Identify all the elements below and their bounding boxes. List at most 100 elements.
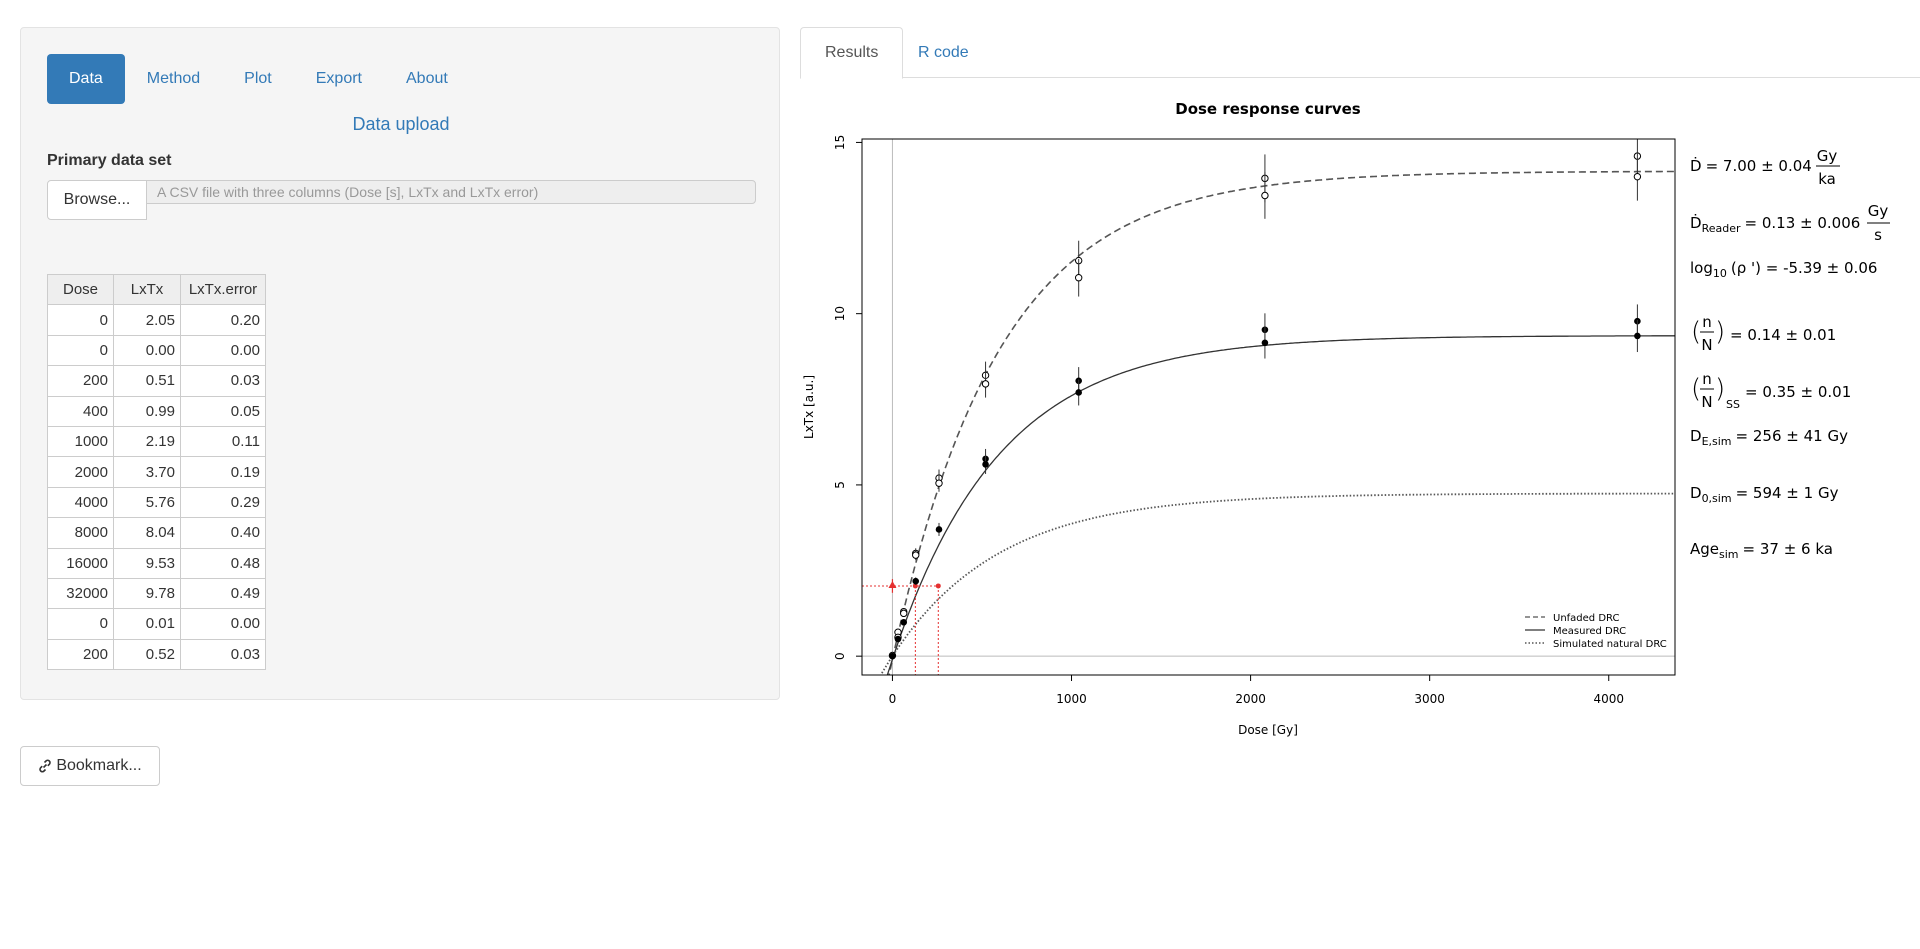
table-row: 0 2.05 0.20 [47, 304, 266, 336]
cell-lxtx-error: 0.11 [180, 425, 266, 458]
cell-lxtx: 3.70 [113, 456, 181, 488]
svg-text:n: n [1702, 370, 1712, 388]
table-row: 200 0.51 0.03 [47, 365, 266, 397]
x-tick-label: 4000 [1593, 692, 1624, 706]
cell-lxtx-error: 0.20 [180, 304, 266, 336]
svg-text:): ) [1715, 374, 1725, 404]
tab-about[interactable]: About [384, 54, 470, 104]
unfaded-point [900, 609, 908, 618]
unfaded-point [981, 380, 990, 388]
x-tick-label: 3000 [1414, 692, 1445, 706]
tab-r-code[interactable]: R code [894, 27, 993, 78]
svg-text:n: n [1702, 313, 1712, 331]
cell-lxtx: 0.00 [113, 334, 181, 367]
cell-dose: 0 [47, 334, 114, 367]
svg-text:ḊReader= 0.13 ± 0.006: ḊReader = 0.13 ± 0.006 [1690, 213, 1860, 235]
y-tick-label: 10 [833, 306, 847, 321]
x-tick-label: 1000 [1056, 692, 1087, 706]
table-body: 0 2.05 0.20 0 0.00 0.00 200 0.51 0.03 400 0.99 0.05… [47, 304, 266, 671]
cell-lxtx-error: 0.05 [180, 395, 266, 427]
cell-lxtx-error: 0.00 [180, 334, 266, 367]
cell-lxtx: 9.53 [113, 547, 181, 579]
measured-point [982, 461, 989, 468]
svg-text:Ḋ= 7.00 ± 0.04: Ḋ = 7.00 ± 0.04 [1690, 156, 1812, 175]
column-header-dose: Dose [47, 273, 114, 306]
cell-dose: 16000 [47, 547, 114, 579]
table-row: 32000 9.78 0.49 [47, 577, 266, 610]
measured-point [935, 526, 943, 533]
file-path-input[interactable]: A CSV file with three columns (Dose [s],… [146, 180, 756, 204]
table-row: 4000 5.76 0.29 [47, 486, 266, 519]
dose-response-chart: Dose response curves 0 1000 2000 3000 4000 0 5… [802, 100, 1890, 737]
cell-lxtx: 2.05 [113, 304, 181, 336]
cell-dose: 200 [47, 365, 114, 397]
unfaded-point [1074, 274, 1083, 282]
cell-lxtx: 2.19 [113, 425, 181, 458]
primary-data-set-label: Primary data set [47, 152, 172, 169]
measured-point [889, 652, 896, 660]
x-tick-label: 0 [889, 692, 897, 706]
cell-lxtx: 0.01 [113, 608, 181, 640]
result-d-dot-reader: ḊReader = 0.13 ± 0.006 Gy s [1690, 202, 1890, 244]
cell-lxtx: 8.04 [113, 517, 181, 549]
svg-text:(: ( [1691, 317, 1701, 347]
results-plot: Dose response curves 0 1000 2000 3000 4000 0 5… [800, 80, 1920, 760]
unfaded-point [1261, 191, 1269, 200]
natural-signal-marker [888, 580, 897, 588]
bookmark-button[interactable]: Bookmark... [20, 746, 160, 786]
result-n-over-N: ( n N ) = 0.14 ± 0.01 [1691, 313, 1836, 354]
measured-point [912, 577, 920, 585]
svg-text:Agesim= 37 ± 6 ka: Agesim = 37 ± 6 ka [1690, 540, 1833, 561]
legend-label-simulated: Simulated natural DRC [1553, 639, 1667, 650]
measured-point [1261, 339, 1269, 347]
column-header-lxtx: LxTx [113, 273, 181, 306]
cell-lxtx-error: 0.00 [180, 608, 266, 640]
link-icon [38, 759, 52, 773]
legend-label-measured: Measured DRC [1553, 626, 1626, 637]
result-de-sim: DE,sim = 256 ± 41 Gy [1690, 427, 1848, 448]
svg-text:D0,sim= 594 ± 1 Gy: D0,sim = 594 ± 1 Gy [1690, 484, 1839, 505]
svg-text:= 0.35 ± 0.01: = 0.35 ± 0.01 [1745, 383, 1851, 401]
tab-export[interactable]: Export [294, 54, 384, 104]
plot-series [862, 139, 1675, 675]
tab-plot[interactable]: Plot [222, 54, 294, 104]
svg-text:N: N [1701, 393, 1712, 411]
cell-lxtx-error: 0.03 [180, 638, 266, 671]
table-row: 1000 2.19 0.11 [47, 425, 266, 458]
result-d-dot: Ḋ = 7.00 ± 0.04 Gy ka [1690, 147, 1840, 188]
bookmark-label: Bookmark... [56, 757, 142, 774]
table-row: 400 0.99 0.05 [47, 395, 266, 427]
svg-text:DE,sim= 256 ± 41 Gy: DE,sim = 256 ± 41 Gy [1690, 427, 1848, 448]
unfaded-point [912, 551, 920, 559]
browse-button[interactable]: Browse... [47, 180, 147, 220]
cell-dose: 0 [47, 304, 114, 336]
svg-text:s: s [1874, 226, 1882, 244]
measured-point [1634, 332, 1641, 340]
chart-legend: Unfaded DRC Measured DRC Simulated natur… [1525, 613, 1667, 650]
measured-point [1075, 389, 1082, 396]
cell-lxtx-error: 0.03 [180, 365, 266, 397]
y-tick-label: 0 [833, 652, 847, 660]
result-d0-sim: D0,sim = 594 ± 1 Gy [1690, 484, 1839, 505]
sidebar-tabs: Data Method Plot Export About [47, 54, 470, 104]
cell-dose: 4000 [47, 486, 114, 519]
y-tick-label: 5 [833, 481, 847, 489]
svg-text:Gy: Gy [1868, 202, 1889, 220]
data-table: Dose LxTx LxTx.error 0 2.05 0.20 0 0.00 0.00 2… [47, 273, 266, 671]
plot-frame [861, 138, 1676, 676]
cell-dose: 2000 [47, 456, 114, 488]
curve-simulated [879, 492, 1675, 675]
tab-results[interactable]: Results [800, 27, 904, 79]
cell-dose: 200 [47, 638, 114, 671]
tab-data[interactable]: Data [47, 54, 125, 104]
svg-text:log10(ρ ') = -5.39 ± 0.06: log10 (ρ ') = -5.39 ± 0.06 [1690, 259, 1877, 280]
svg-text:ka: ka [1818, 170, 1836, 188]
x-axis-label: Dose [Gy] [1238, 723, 1298, 737]
tab-method[interactable]: Method [125, 54, 222, 104]
result-age-sim: Agesim = 37 ± 6 ka [1690, 540, 1833, 561]
main-tabs: Results R code [800, 27, 1920, 79]
svg-text:Gy: Gy [1817, 147, 1838, 165]
table-row: 200 0.52 0.03 [47, 638, 266, 671]
data-upload-title: Data upload [352, 114, 450, 134]
chart-title: Dose response curves [1175, 100, 1361, 118]
